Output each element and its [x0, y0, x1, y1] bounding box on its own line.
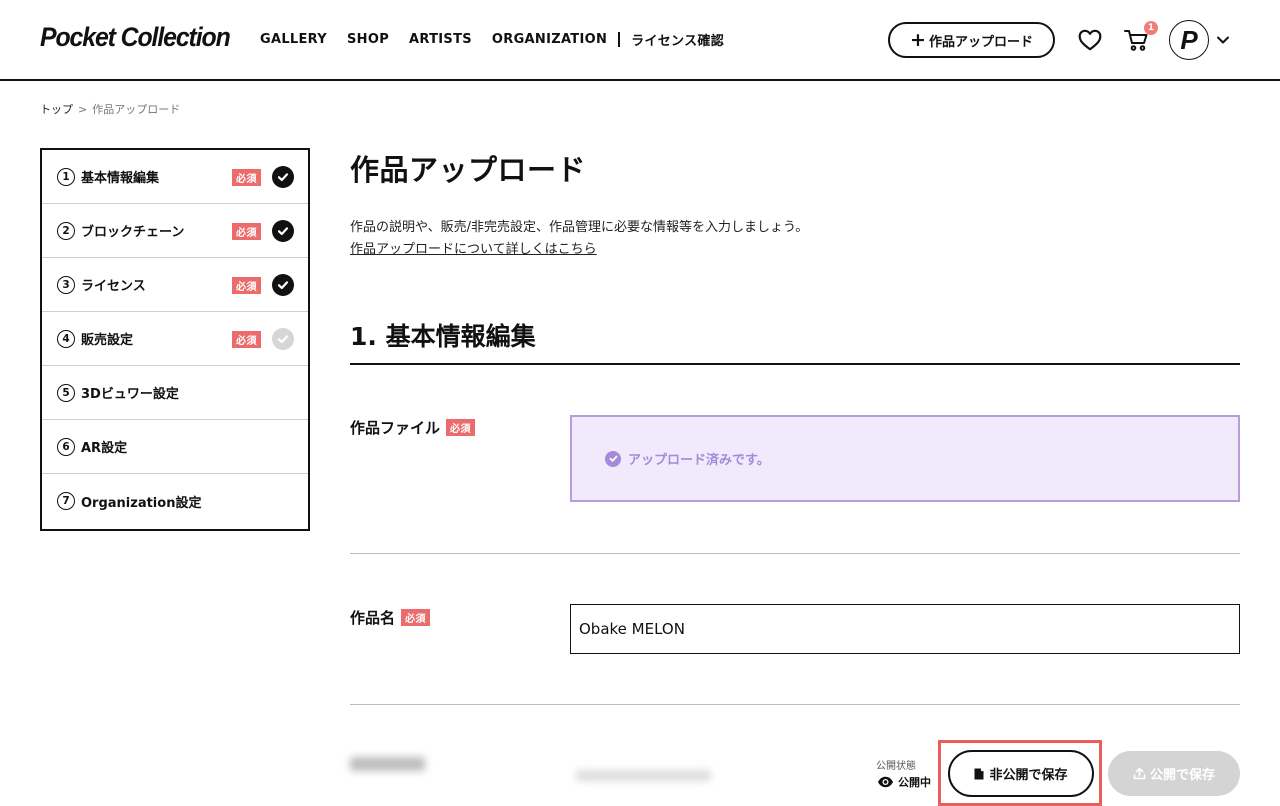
page-description: 作品の説明や、販売/非完売設定、作品管理に必要な情報等を入力しましょう。	[350, 220, 809, 235]
chevron-down-icon[interactable]	[1215, 32, 1231, 48]
section-divider	[350, 363, 1240, 365]
step-label: AR設定	[81, 441, 128, 456]
save-private-button[interactable]: 非公開で保存	[948, 750, 1094, 797]
file-field-label: 作品ファイル 必須	[350, 417, 476, 438]
site-header: Pocket Collection GALLERY SHOP ARTISTS O…	[0, 0, 1280, 81]
user-avatar[interactable]: P	[1169, 20, 1209, 60]
upload-help-link[interactable]: 作品アップロードについて詳しくはこちら	[350, 238, 597, 257]
nav-divider	[618, 32, 621, 47]
step-number: 3	[57, 275, 75, 294]
header-upload-label: 作品アップロード	[928, 34, 1033, 50]
publish-state-label: 公開状態	[876, 761, 916, 772]
step-basic-info[interactable]: 1 基本情報編集 必須	[42, 150, 308, 204]
step-label: 3Dビュワー設定	[81, 387, 179, 402]
save-public-button[interactable]: 公開で保存	[1108, 751, 1240, 796]
file-dropzone[interactable]: アップロード済みです。	[570, 415, 1240, 502]
nav-artists[interactable]: ARTISTS	[409, 32, 472, 47]
title-field-label: 作品名 必須	[350, 607, 431, 628]
required-badge: 必須	[232, 277, 261, 294]
nav-license-check[interactable]: ライセンス確認	[631, 30, 724, 49]
section-title: 1. 基本情報編集	[350, 322, 536, 351]
breadcrumb-separator: >	[78, 103, 88, 116]
main-nav: GALLERY SHOP ARTISTS ORGANIZATION ライセンス確…	[260, 30, 724, 49]
breadcrumb-current: 作品アップロード	[92, 103, 181, 116]
blurred-field-placeholder	[576, 770, 711, 781]
step-sidebar: 1 基本情報編集 必須 2 ブロックチェーン 必須 3 ライセンス 必須 4 販…	[40, 148, 310, 531]
check-icon	[272, 166, 294, 188]
publish-state-text: 公開中	[898, 776, 931, 789]
required-badge: 必須	[446, 419, 476, 436]
step-blockchain[interactable]: 2 ブロックチェーン 必須	[42, 204, 308, 258]
save-private-label: 非公開で保存	[989, 768, 1068, 783]
required-badge: 必須	[401, 609, 431, 626]
step-label: Organization設定	[81, 495, 202, 511]
document-icon	[974, 768, 984, 779]
cart-count-badge: 1	[1144, 21, 1158, 35]
step-number: 4	[57, 329, 75, 348]
required-badge: 必須	[232, 331, 261, 348]
step-sales-settings[interactable]: 4 販売設定 必須	[42, 312, 308, 366]
field-divider	[350, 704, 1240, 705]
step-number: 6	[57, 437, 75, 456]
breadcrumb-home[interactable]: トップ	[40, 103, 73, 116]
step-number: 2	[57, 221, 75, 240]
step-number: 1	[57, 167, 75, 186]
upload-status-text: アップロード済みです。	[628, 453, 770, 468]
file-field-label-text: 作品ファイル	[350, 419, 441, 437]
step-ar[interactable]: 6 AR設定	[42, 420, 308, 474]
site-logo[interactable]: Pocket Collection	[40, 22, 231, 53]
step-3d-viewer[interactable]: 5 3Dビュワー設定	[42, 366, 308, 420]
plus-icon: +	[910, 28, 926, 51]
breadcrumb: トップ > 作品アップロード	[40, 101, 180, 117]
step-number: 7	[57, 492, 75, 510]
step-label: ブロックチェーン	[81, 225, 185, 240]
step-number: 5	[57, 383, 75, 402]
step-label: ライセンス	[81, 279, 146, 294]
check-pending-icon	[272, 328, 294, 350]
title-field-label-text: 作品名	[350, 609, 396, 627]
step-organization[interactable]: 7 Organization設定	[42, 474, 308, 528]
required-badge: 必須	[232, 169, 261, 186]
nav-gallery[interactable]: GALLERY	[260, 32, 327, 47]
check-icon	[272, 274, 294, 296]
blurred-field-label	[350, 757, 425, 771]
page-title: 作品アップロード	[350, 153, 587, 187]
upload-icon	[1133, 767, 1146, 780]
nav-shop[interactable]: SHOP	[347, 32, 389, 47]
publish-state-value: 公開中	[877, 774, 931, 790]
step-license[interactable]: 3 ライセンス 必須	[42, 258, 308, 312]
step-label: 基本情報編集	[81, 171, 160, 186]
check-icon	[272, 220, 294, 242]
required-badge: 必須	[232, 223, 261, 240]
check-circle-icon	[605, 450, 621, 467]
field-divider	[350, 553, 1240, 554]
heart-icon[interactable]	[1077, 27, 1103, 53]
step-label: 販売設定	[81, 333, 134, 348]
save-public-label: 公開で保存	[1149, 768, 1215, 783]
title-input[interactable]	[570, 604, 1240, 654]
header-upload-button[interactable]: + 作品アップロード	[888, 22, 1055, 58]
nav-organization[interactable]: ORGANIZATION	[492, 32, 607, 47]
eye-icon	[878, 776, 893, 788]
